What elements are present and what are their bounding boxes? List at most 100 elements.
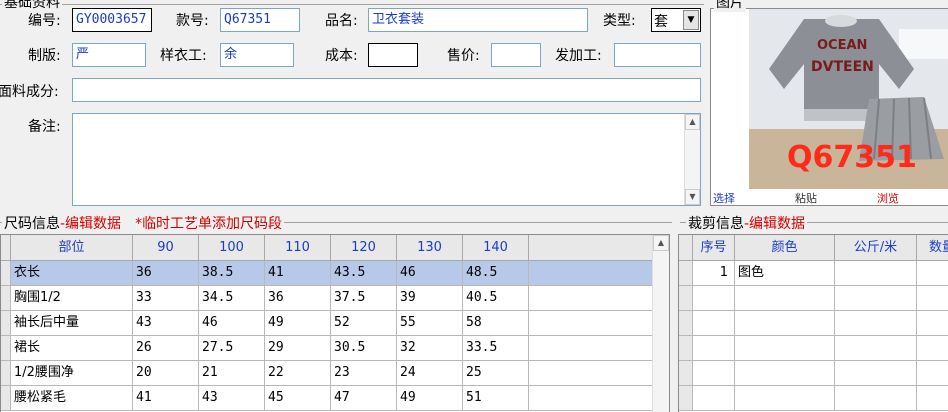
cut-header-kg[interactable]: 公斤/米 xyxy=(835,235,917,261)
size-part-cell[interactable]: 胸围1/2 xyxy=(11,286,133,311)
cut-color-cell[interactable]: 图色 xyxy=(735,261,835,286)
table-row[interactable] xyxy=(679,386,948,411)
size-value-cell[interactable]: 30.5 xyxy=(331,336,397,361)
size-header-140[interactable]: 140 xyxy=(463,235,529,261)
cut-no-cell[interactable] xyxy=(693,361,735,386)
scroll-up-icon[interactable]: ▲ xyxy=(685,114,700,130)
size-value-cell[interactable]: 34.5 xyxy=(199,286,265,311)
size-value-cell[interactable]: 24 xyxy=(397,361,463,386)
price-field[interactable] xyxy=(491,43,541,67)
row-indicator[interactable] xyxy=(1,386,11,411)
size-value-cell[interactable]: 51 xyxy=(463,386,529,411)
cut-qty-cell[interactable] xyxy=(917,286,948,311)
size-value-cell[interactable]: 46 xyxy=(397,261,463,286)
cut-kg-cell[interactable] xyxy=(835,386,917,411)
choose-image-link[interactable]: 选择 xyxy=(713,190,735,206)
code-field[interactable]: GY0003657 xyxy=(72,8,152,32)
cost-field[interactable] xyxy=(368,43,418,67)
scroll-down-icon[interactable]: ▼ xyxy=(685,189,700,205)
size-value-cell[interactable]: 47 xyxy=(331,386,397,411)
size-value-cell[interactable]: 32 xyxy=(397,336,463,361)
cut-header-color[interactable]: 颜色 xyxy=(735,235,835,261)
size-value-cell[interactable]: 41 xyxy=(133,386,199,411)
size-value-cell[interactable]: 37.5 xyxy=(331,286,397,311)
cut-no-cell[interactable] xyxy=(693,386,735,411)
cut-qty-cell[interactable] xyxy=(917,361,948,386)
size-value-cell[interactable]: 25 xyxy=(463,361,529,386)
size-value-cell[interactable]: 52 xyxy=(331,311,397,336)
fabric-field[interactable] xyxy=(72,78,701,102)
size-empty-cell[interactable] xyxy=(529,386,653,411)
size-value-cell[interactable]: 26 xyxy=(133,336,199,361)
row-indicator[interactable] xyxy=(1,311,11,336)
cut-color-cell[interactable] xyxy=(735,361,835,386)
size-part-cell[interactable]: 1/2腰围净 xyxy=(11,361,133,386)
size-value-cell[interactable]: 49 xyxy=(265,311,331,336)
row-indicator[interactable] xyxy=(679,286,693,311)
cut-color-cell[interactable] xyxy=(735,286,835,311)
name-field[interactable]: 卫衣套装 xyxy=(368,8,588,32)
table-row[interactable]: 1 图色 xyxy=(679,261,948,286)
size-empty-cell[interactable] xyxy=(529,336,653,361)
outsource-field[interactable] xyxy=(614,43,701,67)
cut-color-cell[interactable] xyxy=(735,336,835,361)
browse-image-link[interactable]: 浏览 xyxy=(877,190,899,206)
size-value-cell[interactable]: 43 xyxy=(133,311,199,336)
cut-header-qty[interactable]: 数量 xyxy=(917,235,948,261)
cut-qty-cell[interactable] xyxy=(917,336,948,361)
size-value-cell[interactable]: 46 xyxy=(199,311,265,336)
size-value-cell[interactable]: 58 xyxy=(463,311,529,336)
size-value-cell[interactable]: 43 xyxy=(199,386,265,411)
size-value-cell[interactable]: 22 xyxy=(265,361,331,386)
size-header-130[interactable]: 130 xyxy=(397,235,463,261)
size-header-100[interactable]: 100 xyxy=(199,235,265,261)
row-indicator[interactable] xyxy=(1,336,11,361)
size-header-part[interactable]: 部位 xyxy=(11,235,133,261)
size-value-cell[interactable]: 23 xyxy=(331,361,397,386)
size-empty-cell[interactable] xyxy=(529,311,653,336)
size-value-cell[interactable]: 20 xyxy=(133,361,199,386)
size-value-cell[interactable]: 38.5 xyxy=(199,261,265,286)
paste-image-link[interactable]: 粘贴 xyxy=(795,190,817,206)
size-header-90[interactable]: 90 xyxy=(133,235,199,261)
table-row[interactable]: 衣长 36 38.5 41 43.5 46 48.5 xyxy=(1,261,653,286)
size-part-cell[interactable]: 裙长 xyxy=(11,336,133,361)
cut-kg-cell[interactable] xyxy=(835,261,917,286)
size-value-cell[interactable]: 36 xyxy=(133,261,199,286)
cut-header-no[interactable]: 序号 xyxy=(693,235,735,261)
cut-no-cell[interactable] xyxy=(693,336,735,361)
size-value-cell[interactable]: 39 xyxy=(397,286,463,311)
table-row[interactable] xyxy=(679,286,948,311)
size-value-cell[interactable]: 29 xyxy=(265,336,331,361)
size-value-cell[interactable]: 36 xyxy=(265,286,331,311)
pattern-field[interactable]: 严 xyxy=(72,43,146,67)
size-value-cell[interactable]: 33 xyxy=(133,286,199,311)
note-textarea[interactable]: ▲ ▼ xyxy=(72,113,701,206)
size-part-cell[interactable]: 衣长 xyxy=(11,261,133,286)
row-indicator[interactable] xyxy=(1,286,11,311)
table-row[interactable] xyxy=(679,311,948,336)
cut-edit-link[interactable]: -编辑数据 xyxy=(744,216,805,232)
row-indicator[interactable] xyxy=(679,311,693,336)
row-indicator[interactable] xyxy=(1,361,11,386)
table-row[interactable] xyxy=(679,361,948,386)
sample-field[interactable]: 余 xyxy=(220,43,294,67)
cut-color-cell[interactable] xyxy=(735,386,835,411)
cut-color-cell[interactable] xyxy=(735,311,835,336)
size-value-cell[interactable]: 21 xyxy=(199,361,265,386)
cut-kg-cell[interactable] xyxy=(835,336,917,361)
row-indicator[interactable] xyxy=(679,261,693,286)
style-field[interactable]: Q67351 xyxy=(220,8,300,32)
row-indicator[interactable] xyxy=(679,361,693,386)
table-row[interactable]: 裙长 26 27.5 29 30.5 32 33.5 xyxy=(1,336,653,361)
table-row[interactable]: 1/2腰围净 20 21 22 23 24 25 xyxy=(1,361,653,386)
size-value-cell[interactable]: 40.5 xyxy=(463,286,529,311)
size-edit-link[interactable]: -编辑数据 xyxy=(60,216,121,232)
cut-kg-cell[interactable] xyxy=(835,286,917,311)
size-empty-cell[interactable] xyxy=(529,361,653,386)
cut-qty-cell[interactable] xyxy=(917,261,948,286)
size-value-cell[interactable]: 49 xyxy=(397,386,463,411)
size-value-cell[interactable]: 45 xyxy=(265,386,331,411)
cut-no-cell[interactable]: 1 xyxy=(693,261,735,286)
size-value-cell[interactable]: 33.5 xyxy=(463,336,529,361)
